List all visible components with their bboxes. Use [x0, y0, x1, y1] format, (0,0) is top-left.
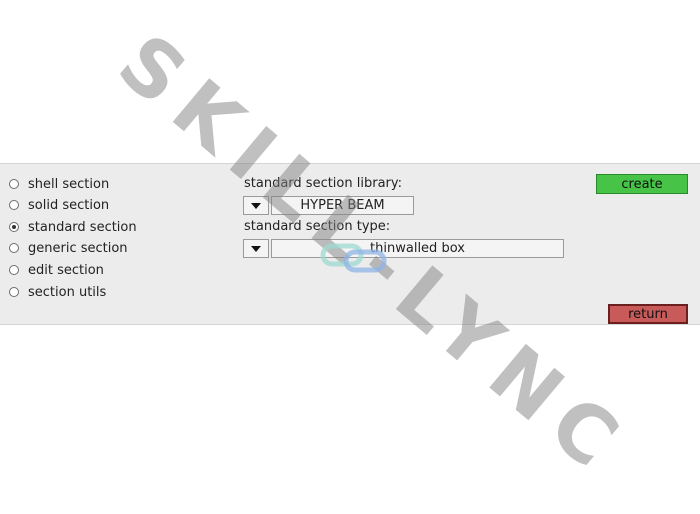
- radio-section-utils[interactable]: section utils: [9, 283, 106, 301]
- section-type-dropdown[interactable]: thinwalled box: [271, 239, 564, 258]
- library-dropdown[interactable]: HYPER BEAM: [271, 196, 414, 215]
- radio-button[interactable]: [9, 200, 19, 210]
- create-button[interactable]: create: [596, 174, 688, 194]
- radio-label: generic section: [28, 240, 128, 256]
- radio-button[interactable]: [9, 179, 19, 189]
- radio-label: solid section: [28, 197, 110, 213]
- radio-button[interactable]: [9, 287, 19, 297]
- radio-solid-section[interactable]: solid section: [9, 196, 109, 214]
- radio-shell-section[interactable]: shell section: [9, 175, 109, 193]
- radio-label: standard section: [28, 219, 137, 235]
- radio-standard-section[interactable]: standard section: [9, 218, 137, 236]
- chevron-down-icon: [251, 245, 261, 252]
- section-type-dropdown-arrow[interactable]: [243, 239, 269, 258]
- radio-button[interactable]: [9, 265, 19, 275]
- radio-label: shell section: [28, 176, 110, 192]
- radio-label: edit section: [28, 262, 104, 278]
- section-type-label: standard section type:: [244, 219, 391, 234]
- radio-button-selected[interactable]: [9, 222, 19, 232]
- radio-button[interactable]: [9, 243, 19, 253]
- radio-edit-section[interactable]: edit section: [9, 261, 104, 279]
- return-button[interactable]: return: [608, 304, 688, 324]
- chevron-down-icon: [251, 202, 261, 209]
- radio-label: section utils: [28, 284, 107, 300]
- library-label: standard section library:: [244, 176, 403, 191]
- library-dropdown-arrow[interactable]: [243, 196, 269, 215]
- radio-generic-section[interactable]: generic section: [9, 239, 128, 257]
